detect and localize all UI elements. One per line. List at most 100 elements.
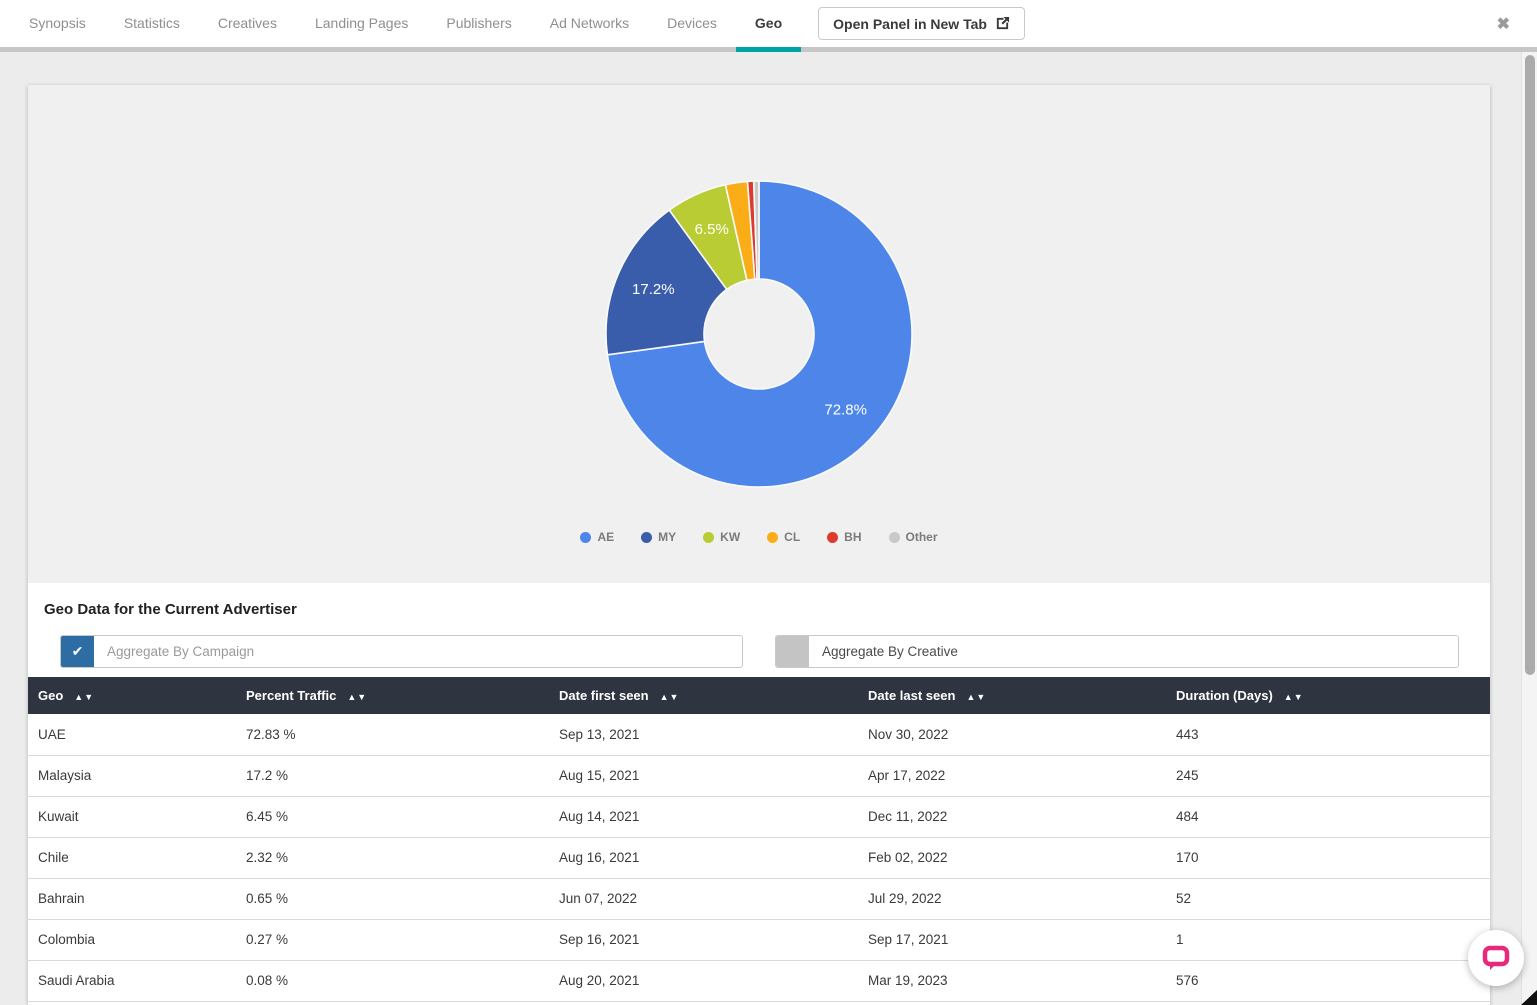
- tab-publishers[interactable]: Publishers: [427, 0, 530, 47]
- legend-item-my[interactable]: MY: [641, 530, 676, 544]
- column-header-date-first-seen[interactable]: Date first seen▲▼: [549, 677, 858, 714]
- chart-legend: AE MY KW CL BH Other: [28, 530, 1490, 544]
- legend-item-cl[interactable]: CL: [767, 530, 800, 544]
- legend-item-ae[interactable]: AE: [580, 530, 614, 544]
- legend-label: CL: [784, 530, 800, 544]
- live-chat-button[interactable]: [1468, 930, 1524, 986]
- slice-label-ae: 72.8%: [824, 402, 867, 419]
- geo-panel-card: 72.8% 17.2% 6.5% AE MY KW CL BH Other Geo Data …: [28, 85, 1490, 1005]
- table-row-malaysia[interactable]: Malaysia17.2 %Aug 15, 2021Apr 17, 202224…: [28, 755, 1490, 796]
- sort-asc-icon[interactable]: ▲: [74, 692, 84, 702]
- table-cell: 0.27 %: [236, 919, 549, 960]
- table-cell: Aug 20, 2021: [549, 960, 858, 1001]
- table-row-colombia[interactable]: Colombia0.27 %Sep 16, 2021Sep 17, 20211: [28, 919, 1490, 960]
- geo-table-body: UAE72.83 %Sep 13, 2021Nov 30, 2022443Mal…: [28, 714, 1490, 1001]
- sort-desc-icon[interactable]: ▼: [670, 692, 680, 702]
- sort-asc-icon[interactable]: ▲: [1284, 692, 1294, 702]
- sort-desc-icon[interactable]: ▼: [1294, 692, 1304, 702]
- legend-dot-icon: [889, 532, 900, 543]
- sort-arrows: ▲▼: [347, 688, 367, 703]
- campaign-checkbox-label: Aggregate By Campaign: [94, 636, 254, 667]
- legend-item-bh[interactable]: BH: [827, 530, 861, 544]
- table-cell: 170: [1166, 837, 1490, 878]
- slice-label-kw: 6.5%: [695, 221, 729, 238]
- legend-label: MY: [658, 530, 676, 544]
- creative-checkbox-label: Aggregate By Creative: [809, 636, 958, 667]
- table-row-bahrain[interactable]: Bahrain0.65 %Jun 07, 2022Jul 29, 202252: [28, 878, 1490, 919]
- table-cell: Aug 14, 2021: [549, 796, 858, 837]
- column-header-date-last-seen[interactable]: Date last seen ▲▼: [858, 677, 1166, 714]
- cursor-artifact: [1521, 990, 1537, 1005]
- tab-bar-tabs: SynopsisStatisticsCreativesLanding Pages…: [10, 0, 801, 47]
- table-cell: Malaysia: [28, 755, 236, 796]
- geo-table: Geo▲▼Percent Traffic▲▼Date first seen▲▼D…: [28, 677, 1490, 1002]
- column-header-percent-traffic[interactable]: Percent Traffic ▲▼: [236, 677, 549, 714]
- donut-chart-svg: 72.8% 17.2% 6.5%: [605, 180, 913, 488]
- sort-desc-icon[interactable]: ▼: [357, 692, 367, 702]
- tab-ad-networks[interactable]: Ad Networks: [531, 0, 648, 47]
- legend-dot-icon: [767, 532, 778, 543]
- legend-label: BH: [844, 530, 861, 544]
- legend-dot-icon: [827, 532, 838, 543]
- table-cell: Aug 15, 2021: [549, 755, 858, 796]
- sort-asc-icon[interactable]: ▲: [347, 692, 357, 702]
- sort-asc-icon[interactable]: ▲: [660, 692, 670, 702]
- sort-arrows: ▲▼: [1284, 688, 1304, 703]
- table-cell: 6.45 %: [236, 796, 549, 837]
- table-cell: Colombia: [28, 919, 236, 960]
- table-row-kuwait[interactable]: Kuwait6.45 %Aug 14, 2021Dec 11, 2022484: [28, 796, 1490, 837]
- geo-data-section: Geo Data for the Current Advertiser ✔ Ag…: [28, 583, 1490, 1002]
- tab-devices[interactable]: Devices: [648, 0, 736, 47]
- column-header-duration-days[interactable]: Duration (Days) ▲▼: [1166, 677, 1490, 714]
- campaign-checkbox[interactable]: ✔: [61, 636, 94, 667]
- aggregate-by-creative-option[interactable]: Aggregate By Creative: [775, 635, 1459, 668]
- table-row-uae[interactable]: UAE72.83 %Sep 13, 2021Nov 30, 2022443: [28, 714, 1490, 755]
- table-cell: Chile: [28, 837, 236, 878]
- tab-geo[interactable]: Geo: [736, 0, 801, 47]
- tab-landing-pages[interactable]: Landing Pages: [296, 0, 427, 47]
- legend-item-kw[interactable]: KW: [703, 530, 740, 544]
- tab-statistics[interactable]: Statistics: [105, 0, 199, 47]
- open-panel-label: Open Panel in New Tab: [833, 16, 987, 32]
- table-header-row: Geo▲▼Percent Traffic▲▼Date first seen▲▼D…: [28, 677, 1490, 714]
- sort-desc-icon[interactable]: ▼: [84, 692, 94, 702]
- creative-checkbox[interactable]: [776, 636, 809, 667]
- sort-arrows: ▲▼: [660, 688, 680, 703]
- table-cell: 2.32 %: [236, 837, 549, 878]
- column-label: Duration (Days): [1176, 688, 1273, 703]
- table-cell: Nov 30, 2022: [858, 714, 1166, 755]
- close-panel-icon[interactable]: ✖: [1497, 14, 1510, 34]
- sort-arrows: ▲▼: [74, 688, 94, 703]
- table-cell: Bahrain: [28, 878, 236, 919]
- aggregate-by-campaign-option[interactable]: ✔ Aggregate By Campaign: [60, 635, 743, 668]
- section-title: Geo Data for the Current Advertiser: [28, 601, 1490, 618]
- table-cell: 443: [1166, 714, 1490, 755]
- open-panel-button[interactable]: Open Panel in New Tab: [818, 7, 1025, 40]
- tab-synopsis[interactable]: Synopsis: [10, 0, 105, 47]
- table-cell: 0.65 %: [236, 878, 549, 919]
- aggregate-options-row: ✔ Aggregate By Campaign Aggregate By Cre…: [28, 635, 1490, 668]
- tab-bar: SynopsisStatisticsCreativesLanding Pages…: [0, 0, 1537, 52]
- donut-chart: 72.8% 17.2% 6.5%: [605, 180, 913, 488]
- table-row-chile[interactable]: Chile2.32 %Aug 16, 2021Feb 02, 2022170: [28, 837, 1490, 878]
- sort-arrows: ▲▼: [966, 688, 986, 703]
- sort-asc-icon[interactable]: ▲: [966, 692, 976, 702]
- table-cell: Mar 19, 2023: [858, 960, 1166, 1001]
- column-label: Percent Traffic: [246, 688, 336, 703]
- table-cell: UAE: [28, 714, 236, 755]
- table-cell: Aug 16, 2021: [549, 837, 858, 878]
- column-label: Date last seen: [868, 688, 955, 703]
- scrollbar-thumb[interactable]: [1525, 55, 1535, 675]
- column-header-geo[interactable]: Geo▲▼: [28, 677, 236, 714]
- table-cell: Dec 11, 2022: [858, 796, 1166, 837]
- table-cell: 17.2 %: [236, 755, 549, 796]
- legend-item-other[interactable]: Other: [889, 530, 938, 544]
- slice-label-my: 17.2%: [632, 281, 675, 298]
- scrollbar-track[interactable]: [1521, 0, 1537, 1005]
- table-cell: 72.83 %: [236, 714, 549, 755]
- table-cell: 484: [1166, 796, 1490, 837]
- sort-desc-icon[interactable]: ▼: [976, 692, 986, 702]
- tab-creatives[interactable]: Creatives: [199, 0, 296, 47]
- table-cell: Jul 29, 2022: [858, 878, 1166, 919]
- table-row-saudi-arabia[interactable]: Saudi Arabia0.08 %Aug 20, 2021Mar 19, 20…: [28, 960, 1490, 1001]
